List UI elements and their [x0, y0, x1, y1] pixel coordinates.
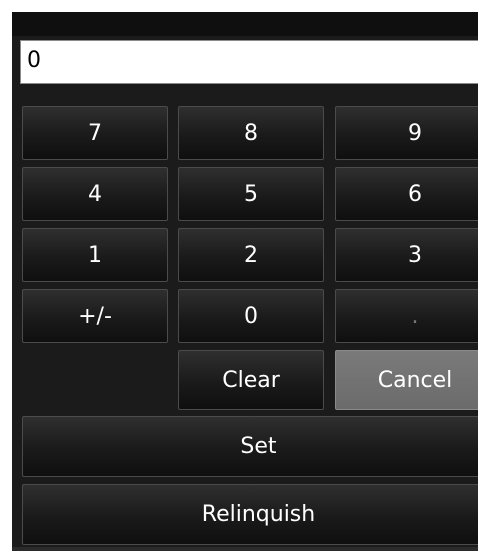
relinquish-button[interactable]: Relinquish	[22, 484, 478, 545]
key-7[interactable]: 7	[22, 106, 168, 160]
key-1[interactable]: 1	[22, 228, 168, 282]
key-2[interactable]: 2	[178, 228, 324, 282]
cancel-button[interactable]: Cancel	[335, 350, 478, 410]
key-5[interactable]: 5	[178, 167, 324, 221]
key-3[interactable]: 3	[335, 228, 478, 282]
key-0[interactable]: 0	[178, 289, 324, 343]
dialog-title-bar	[12, 12, 478, 36]
numeric-keypad-dialog: 0 7 8 9 4 5 6 1 2 3 +/- 0 . Clear Cancel…	[12, 12, 478, 551]
key-plus-minus[interactable]: +/-	[22, 289, 168, 343]
clear-button[interactable]: Clear	[178, 350, 324, 410]
key-decimal-point[interactable]: .	[335, 289, 478, 343]
value-display[interactable]: 0	[20, 40, 478, 84]
key-6[interactable]: 6	[335, 167, 478, 221]
key-9[interactable]: 9	[335, 106, 478, 160]
key-8[interactable]: 8	[178, 106, 324, 160]
key-4[interactable]: 4	[22, 167, 168, 221]
set-button[interactable]: Set	[22, 416, 478, 477]
panel-bottom-edge	[12, 547, 478, 551]
